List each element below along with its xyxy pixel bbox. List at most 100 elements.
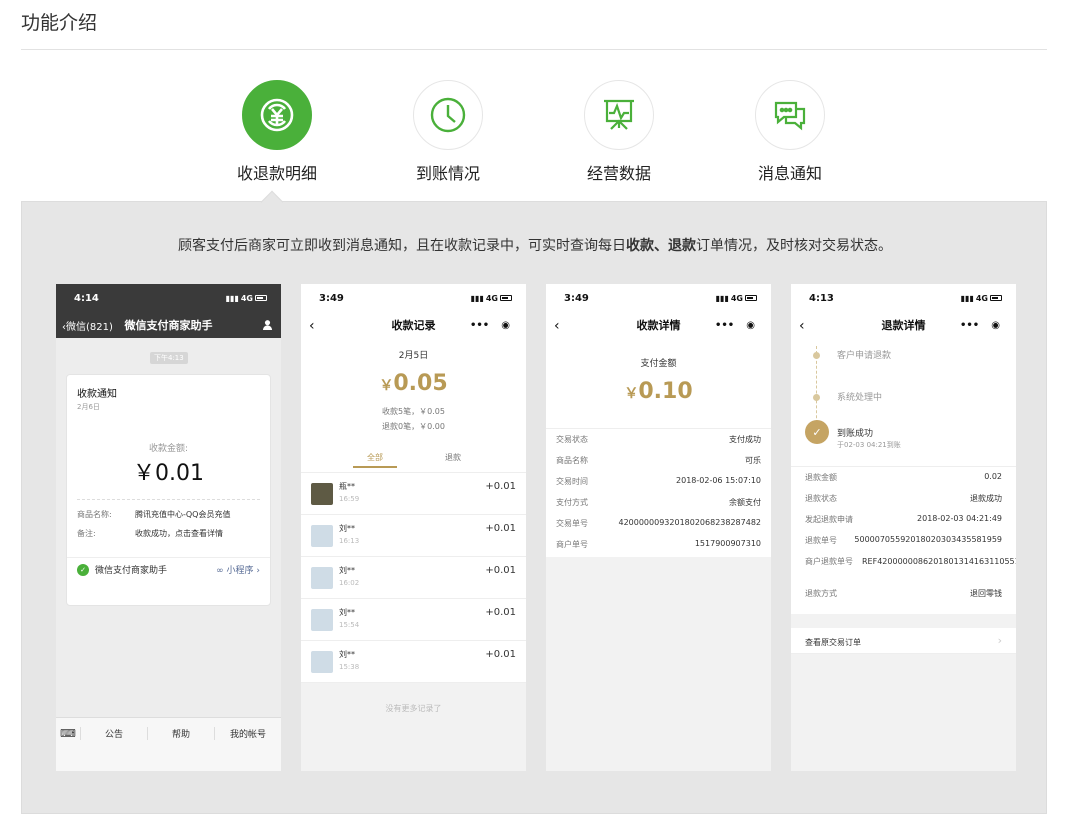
- summary-date: 2月5日: [398, 351, 429, 361]
- battery-icon: [990, 295, 1002, 301]
- more-icon: •••: [715, 319, 735, 331]
- nav-title: 退款详情: [881, 319, 926, 332]
- avatar: [311, 651, 333, 673]
- avatar: [311, 609, 333, 631]
- battery-icon: [500, 295, 512, 301]
- time-chip: 下午4:13: [150, 352, 188, 364]
- phone-records-screen: 3:49 ▮▮▮ 4G ‹ 收款记录 ••• ◉ 2月5日 ￥0.05 收款5笔，￥…: [301, 284, 526, 771]
- footer-name: 微信支付商家助手: [95, 566, 168, 576]
- page-title: 功能介绍: [21, 12, 98, 34]
- card-divider: [77, 499, 260, 500]
- chat-header: ‹微信(821) 微信支付商家助手: [56, 312, 281, 338]
- segment-control: 全部 退款: [301, 444, 526, 472]
- yuan-exchange-icon: [242, 80, 312, 150]
- back-icon[interactable]: ‹: [799, 318, 805, 334]
- records-list: 瓶** 16:59 +0.01 刘** 16:13 +0.01 刘** 16:02 +0.0…: [301, 472, 526, 683]
- detail-row: 退款状态 退款成功: [805, 494, 1002, 503]
- detail-row: 商品名称 可乐: [556, 456, 761, 465]
- status-bar: 3:49 ▮▮▮ 4G: [546, 284, 771, 312]
- notification-card[interactable]: 收款通知 2月6日 收款金额: ￥0.01 商品名称: 腾讯充值中心-QQ会员充值…: [66, 374, 271, 606]
- detail-row: 交易时间 2018-02-06 15:07:10: [556, 476, 761, 486]
- summary: 2月5日 ￥0.05 收款5笔，￥0.05 退款0笔，￥0.00: [301, 348, 526, 434]
- clock-icon: [413, 80, 483, 150]
- status-bar: 4:13 ▮▮▮ 4G: [791, 284, 1016, 312]
- segment-refund[interactable]: 退款: [431, 452, 475, 463]
- detail-row: 商户单号 1517900907310: [556, 539, 761, 549]
- step-label: 到账成功: [837, 429, 874, 439]
- step-label: 客户申请退款: [837, 351, 892, 361]
- view-original-order[interactable]: 查看原交易订单 ›: [791, 628, 1016, 654]
- battery-icon: [745, 295, 757, 301]
- phone-payment-detail-screen: 3:49 ▮▮▮ 4G ‹ 收款详情 ••• ◉ 支付金额 ￥0.10 交易状态 支付…: [546, 284, 771, 771]
- tab-label: 经营数据: [586, 164, 651, 183]
- tab-label: 到账情况: [415, 164, 480, 183]
- tab-refund-details[interactable]: 收退款明细: [217, 80, 337, 184]
- chevron-right-icon: ›: [997, 634, 1002, 647]
- phone-refund-detail-screen: 4:13 ▮▮▮ 4G ‹ 退款详情 ••• ◉ 客户申请退款 系统处理中 ✓ 到账…: [791, 284, 1016, 771]
- list-item[interactable]: 刘** 16:13 +0.01: [301, 515, 526, 557]
- timeline-dot: [813, 352, 820, 359]
- back-icon[interactable]: ‹: [309, 318, 315, 334]
- avatar: [311, 567, 333, 589]
- feature-panel: 顾客支付后商家可立即收到消息通知，且在收款记录中，可实时查询每日收款、退款订单情…: [21, 202, 1047, 814]
- tab-business-data[interactable]: 经营数据: [559, 80, 679, 184]
- avatar: [311, 483, 333, 505]
- no-more-records: 没有更多记录了: [301, 683, 526, 771]
- card-date: 2月6日: [77, 403, 100, 411]
- menu-help[interactable]: 帮助: [147, 727, 214, 740]
- more-icon: •••: [960, 319, 980, 331]
- detail-row: 退款单号 50000705592018020303435581959: [805, 535, 1002, 545]
- chat-title: 微信支付商家助手: [124, 319, 213, 332]
- keyboard-icon[interactable]: ⌨: [56, 727, 80, 740]
- summary-stats: 收款5笔，￥0.05 退款0笔，￥0.00: [382, 407, 445, 431]
- person-icon[interactable]: [262, 319, 273, 330]
- nav-bar: ‹ 退款详情 ••• ◉: [791, 312, 1016, 338]
- summary-amount: ￥0.05: [379, 371, 448, 396]
- list-item[interactable]: 刘** 16:02 +0.01: [301, 557, 526, 599]
- detail-rows: 交易状态 支付成功 商品名称 可乐 交易时间 2018-02-06 15:07:10 …: [546, 428, 771, 555]
- capsule-menu[interactable]: ••• ◉: [464, 316, 516, 334]
- menu-notice[interactable]: 公告: [80, 727, 147, 740]
- list-item[interactable]: 刘** 15:54 +0.01: [301, 599, 526, 641]
- amount-value: ￥0.01: [133, 461, 204, 486]
- phone-notification-screen: 4:14 ▮▮▮ 4G ‹微信(821) 微信支付商家助手 下午4:13 收款通知…: [56, 284, 281, 771]
- capsule-menu[interactable]: ••• ◉: [954, 316, 1006, 334]
- chat-menu-bar: ⌨ 公告 帮助 我的帐号: [56, 717, 281, 749]
- list-item[interactable]: 瓶** 16:59 +0.01: [301, 473, 526, 515]
- detail-row: 交易单号 4200000093201802068238287482: [556, 518, 761, 528]
- card-title: 收款通知: [77, 389, 117, 400]
- chat-body: 下午4:13 收款通知 2月6日 收款金额: ￥0.01 商品名称: 腾讯充值中心…: [56, 338, 281, 717]
- chat-bubbles-icon: [755, 80, 825, 150]
- mini-program-link[interactable]: ∞ 小程序 ›: [216, 563, 260, 576]
- detail-row: 发起退款申请 2018-02-03 04:21:49: [805, 514, 1002, 524]
- list-item[interactable]: 刘** 15:38 +0.01: [301, 641, 526, 683]
- detail-row: 支付方式 余额支付: [556, 498, 761, 507]
- status-bar: 4:14 ▮▮▮ 4G: [56, 284, 281, 312]
- tab-arrival-status[interactable]: 到账情况: [388, 80, 508, 184]
- capsule-menu[interactable]: ••• ◉: [709, 316, 761, 334]
- tab-label: 消息通知: [757, 164, 822, 183]
- battery-icon: [255, 295, 267, 301]
- detail-row: 商户退款单号 REF4200000086201801314163110551: [805, 557, 1016, 566]
- back-icon[interactable]: ‹: [554, 318, 560, 334]
- refund-timeline: 客户申请退款 系统处理中 ✓ 到账成功 于02-03 04:21到账: [791, 338, 1016, 466]
- tab-notifications[interactable]: 消息通知: [730, 80, 850, 184]
- back-button[interactable]: ‹微信(821): [62, 318, 113, 333]
- amount-label: 收款金额:: [148, 444, 189, 454]
- target-icon: ◉: [746, 319, 755, 331]
- check-circle-icon: ✓: [805, 420, 829, 444]
- segment-all[interactable]: 全部: [353, 452, 397, 468]
- menu-account[interactable]: 我的帐号: [214, 727, 281, 740]
- refund-rows: 退款金额 0.02 退款状态 退款成功 发起退款申请 2018-02-03 04:21…: [791, 466, 1016, 604]
- chart-board-icon: [584, 80, 654, 150]
- tab-label: 收退款明细: [236, 164, 317, 183]
- target-icon: ◉: [991, 319, 1000, 331]
- detail-row: 退款金额 0.02: [805, 472, 1002, 482]
- detail-row: 交易状态 支付成功: [556, 435, 761, 444]
- nav-bar: ‹ 收款记录 ••• ◉: [301, 312, 526, 338]
- step-time: 于02-03 04:21到账: [837, 441, 901, 449]
- pay-amount-label: 支付金额: [640, 359, 677, 369]
- card-footer[interactable]: ✓ 微信支付商家助手 ∞ 小程序 ›: [67, 557, 270, 581]
- check-icon: ✓: [77, 563, 89, 576]
- more-icon: •••: [470, 319, 490, 331]
